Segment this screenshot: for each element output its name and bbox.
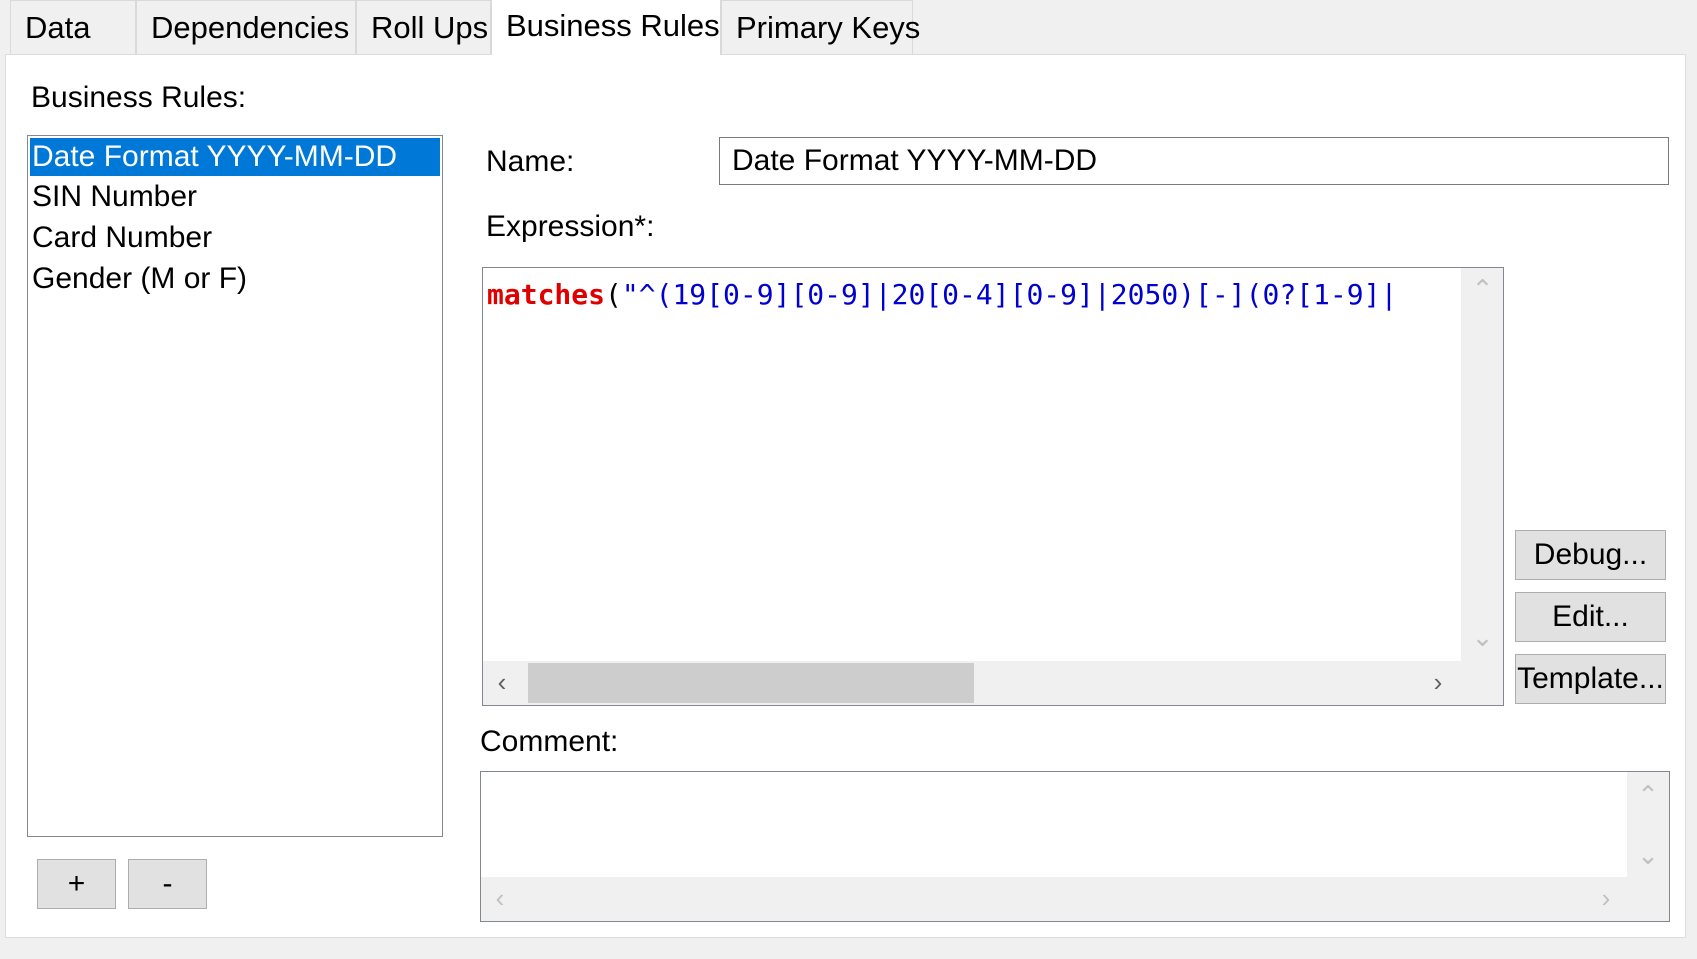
scrollbar-corner xyxy=(1627,877,1669,921)
expression-paren: ( xyxy=(605,278,622,311)
tab-business-rules[interactable]: Business Rules xyxy=(491,0,721,55)
expression-label: Expression*: xyxy=(486,210,655,243)
chevron-right-icon[interactable]: › xyxy=(1591,883,1621,913)
chevron-down-icon[interactable]: ⌄ xyxy=(1461,622,1503,652)
expression-function: matches xyxy=(487,278,606,311)
name-field[interactable]: Date Format YYYY-MM-DD xyxy=(719,137,1669,185)
name-label: Name: xyxy=(486,145,575,178)
tab-data[interactable]: Data xyxy=(10,0,136,54)
comment-horizontal-scrollbar[interactable]: ‹ › xyxy=(481,877,1627,921)
tab-roll-ups[interactable]: Roll Ups xyxy=(356,0,491,54)
list-item[interactable]: Card Number xyxy=(28,217,442,258)
chevron-left-icon[interactable]: ‹ xyxy=(487,667,517,697)
list-item[interactable]: Gender (M or F) xyxy=(28,258,442,299)
tab-strip: Data Dependencies Roll Ups Business Rule… xyxy=(0,0,1697,55)
chevron-left-icon[interactable]: ‹ xyxy=(485,883,515,913)
business-rules-label: Business Rules: xyxy=(31,81,247,114)
remove-rule-button[interactable]: - xyxy=(128,859,207,909)
expression-editor[interactable]: matches("^(19[0-9][0-9]|20[0-4][0-9]|205… xyxy=(482,267,1504,706)
business-rules-list[interactable]: Date Format YYYY-MM-DD SIN Number Card N… xyxy=(27,135,443,837)
template-button[interactable]: Template... xyxy=(1515,654,1666,704)
expression-horizontal-scrollbar[interactable]: ‹ › xyxy=(483,661,1461,705)
expression-vertical-scrollbar[interactable]: ⌃ ⌄ xyxy=(1461,268,1503,661)
debug-button[interactable]: Debug... xyxy=(1515,530,1666,580)
scrollbar-thumb[interactable] xyxy=(528,663,974,703)
expression-code[interactable]: matches("^(19[0-9][0-9]|20[0-4][0-9]|205… xyxy=(487,274,1443,316)
expression-string: "^(19[0-9][0-9]|20[0-4][0-9]|2050)[-](0?… xyxy=(621,278,1398,311)
chevron-right-icon[interactable]: › xyxy=(1423,667,1453,697)
chevron-up-icon[interactable]: ⌃ xyxy=(1461,274,1503,304)
tab-dependencies[interactable]: Dependencies xyxy=(136,0,356,54)
comment-label: Comment: xyxy=(480,725,619,758)
list-item[interactable]: Date Format YYYY-MM-DD xyxy=(30,138,440,176)
list-item[interactable]: SIN Number xyxy=(28,176,442,217)
comment-field[interactable]: ⌃ ⌄ ‹ › xyxy=(480,771,1670,922)
comment-vertical-scrollbar[interactable]: ⌃ ⌄ xyxy=(1627,772,1669,877)
tab-primary-keys[interactable]: Primary Keys xyxy=(721,0,920,54)
edit-button[interactable]: Edit... xyxy=(1515,592,1666,642)
scrollbar-corner xyxy=(1461,661,1503,705)
chevron-down-icon[interactable]: ⌄ xyxy=(1627,840,1669,870)
chevron-up-icon[interactable]: ⌃ xyxy=(1627,780,1669,810)
add-rule-button[interactable]: + xyxy=(37,859,116,909)
